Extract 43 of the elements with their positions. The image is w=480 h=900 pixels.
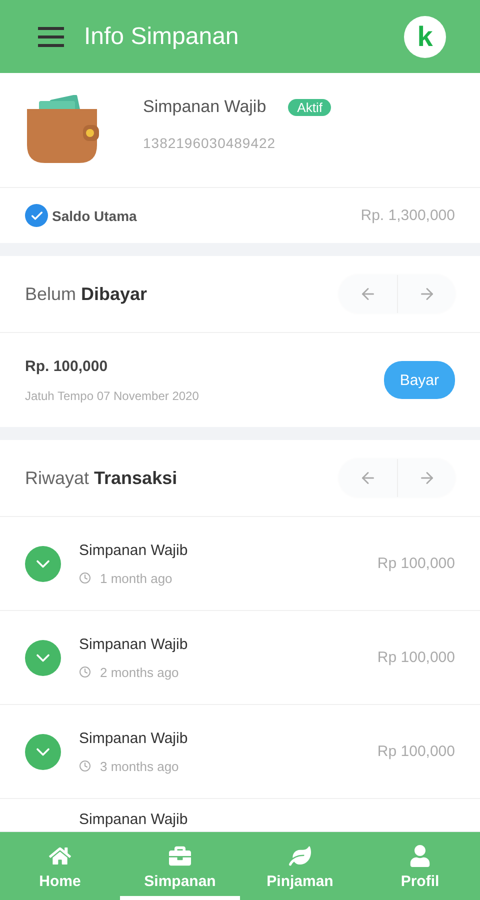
transaction-row[interactable]: Simpanan Wajib 1 month ago Rp 100,000 (0, 516, 480, 610)
balance-amount: Rp. 1,300,000 (360, 207, 455, 224)
transaction-amount: Rp 100,000 (377, 555, 455, 572)
transaction-name: Simpanan Wajib (79, 636, 188, 652)
balance-label: Saldo Utama (52, 208, 137, 224)
transaction-row[interactable]: Simpanan Wajib 2 months ago Rp 100,000 (0, 610, 480, 704)
home-icon (49, 844, 71, 866)
transaction-time: 1 month ago (79, 570, 188, 586)
leaf-icon (289, 844, 311, 866)
app-logo: k (404, 16, 446, 58)
chevron-icon (25, 546, 61, 582)
clock-icon (79, 666, 91, 678)
section-title: Belum Dibayar (25, 284, 148, 304)
wallet-icon (25, 95, 101, 165)
transaction-time: 2 months ago (79, 664, 188, 680)
due-amount: Rp. 100,000 (25, 358, 109, 374)
nav-tab[interactable]: Simpanan (120, 832, 240, 900)
nav-tab[interactable]: Pinjaman (240, 832, 360, 900)
nav-tab[interactable]: Profil (360, 832, 480, 900)
transaction-time: 3 months ago (79, 758, 188, 774)
nav-tab[interactable]: Home (0, 832, 120, 900)
transaction-name: Simpanan Wajib (79, 542, 188, 558)
pay-button[interactable]: Bayar (384, 361, 455, 399)
clock-icon (79, 572, 91, 584)
arrow-left-icon (359, 285, 377, 303)
transaction-name: Simpanan Wajib (79, 811, 188, 828)
chevron-icon (25, 640, 61, 676)
arrow-left-icon (359, 469, 377, 487)
page-title: Info Simpanan (84, 22, 240, 50)
transaction-amount: Rp 100,000 (377, 743, 455, 760)
user-icon (409, 844, 431, 866)
status-badge: Aktif (288, 98, 332, 116)
account-number: 1382196030489422 (143, 135, 277, 151)
account-name: Simpanan Wajib (143, 97, 266, 117)
due-date: Jatuh Tempo 07 November 2020 (25, 388, 199, 402)
transaction-row[interactable]: Simpanan Wajib 3 months ago Rp 100,000 (0, 704, 480, 798)
briefcase-icon (169, 844, 191, 866)
transaction-name: Simpanan Wajib (79, 730, 188, 746)
clock-icon (79, 760, 91, 772)
section-title: Riwayat Transaksi (25, 468, 178, 488)
transaction-amount: Rp 100,000 (377, 649, 455, 666)
menu-icon[interactable] (38, 26, 64, 48)
chevron-icon (25, 734, 61, 770)
